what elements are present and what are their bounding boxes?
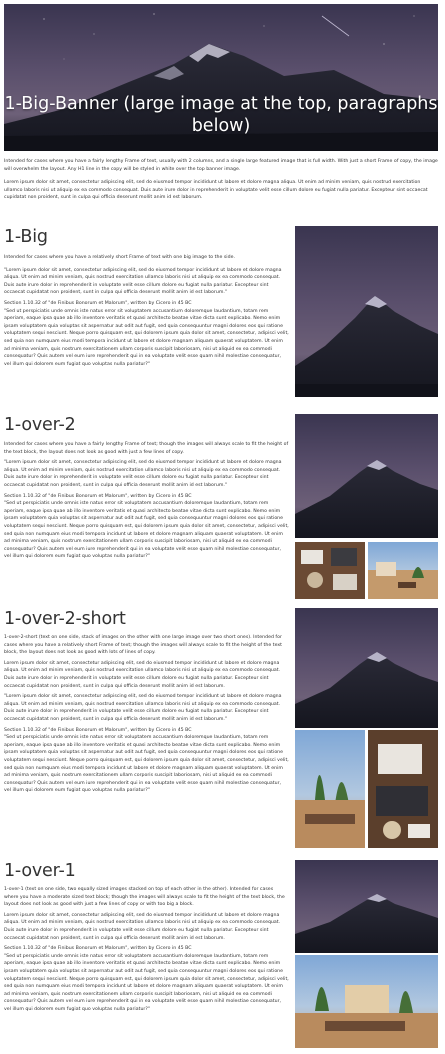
- mountain-photo: [295, 860, 438, 953]
- resort-photo: [295, 955, 438, 1048]
- section-heading: 1-Big: [4, 227, 48, 247]
- section-text-column: 1-Big Intended for cases where you have …: [4, 226, 289, 368]
- mountain-photo: [295, 414, 438, 538]
- sed-ut-quote: "Sed ut perspiciatis unde omnis iste nat…: [4, 501, 289, 560]
- desk-photo: [368, 730, 438, 848]
- sed-ut-quote: "Sed ut perspiciatis unde omnis iste nat…: [4, 308, 289, 367]
- citation: Section 1.10.32 of "de Finibus Bonorum e…: [4, 300, 192, 306]
- citation: Section 1.10.32 of "de Finibus Bonorum e…: [4, 727, 192, 733]
- section-text-column: 1-over-2 Intended for cases where you ha…: [4, 414, 289, 561]
- section-text-column: 1-over-1 1-over-1 (text on one side, two…: [4, 860, 289, 1014]
- sed-ut-quote: "Sed ut perspiciatis unde omnis iste nat…: [4, 953, 289, 1012]
- desk-photo: [295, 542, 365, 599]
- mountain-image: [295, 860, 438, 953]
- citation: Section 1.10.32 of "de Finibus Bonorum e…: [4, 493, 192, 499]
- citation: Section 1.10.32 of "de Finibus Bonorum e…: [4, 946, 192, 952]
- section-1-over-2-short: 1-over-2-short 1-over-2-short (text on o…: [4, 608, 438, 848]
- resort-image: [295, 730, 365, 848]
- desk-image: [295, 542, 365, 599]
- banner-title: 1-Big-Banner (large image at the top, pa…: [4, 94, 438, 136]
- resort-photo: [368, 542, 438, 599]
- resort-image: [368, 542, 438, 599]
- lorem-paragraph: Lorem ipsum dolor sit amet, consectetur …: [4, 660, 281, 689]
- section-heading: 1-over-1: [4, 861, 76, 881]
- sed-ut-quote: "Sed ut perspiciatis unde omnis iste nat…: [4, 735, 289, 794]
- section-heading: 1-over-2: [4, 415, 76, 435]
- mountain-image: [295, 226, 438, 397]
- mountain-photo: [295, 608, 438, 728]
- lorem-quote: "Lorem ipsum dolor sit amet, consectetur…: [4, 460, 282, 488]
- mountain-image: [295, 608, 438, 728]
- lorem-paragraph: Lorem ipsum dolor sit amet, consectetur …: [4, 912, 281, 941]
- section-description: Intended for cases where you have a fair…: [4, 442, 289, 455]
- section-1-big: 1-Big Intended for cases where you have …: [4, 226, 438, 398]
- resort-image: [295, 955, 438, 1048]
- intro-paragraph-2: Lorem ipsum dolor sit amet, consectetur …: [4, 180, 428, 201]
- section-1-over-1: 1-over-1 1-over-1 (text on one side, two…: [4, 860, 438, 1048]
- desk-image: [368, 730, 438, 848]
- resort-photo: [295, 730, 365, 848]
- section-text-column: 1-over-2-short 1-over-2-short (text on o…: [4, 608, 289, 795]
- mountain-photo: [295, 226, 438, 397]
- lorem-quote: "Lorem ipsum dolor sit amet, consectetur…: [4, 694, 282, 722]
- intro-paragraph-1: Intended for cases where you have a fair…: [4, 159, 438, 172]
- section-heading: 1-over-2-short: [4, 609, 126, 629]
- section-1-over-2: 1-over-2 Intended for cases where you ha…: [4, 414, 438, 599]
- mountain-image: [295, 414, 438, 538]
- top-banner: 1-Big-Banner (large image at the top, pa…: [4, 4, 438, 151]
- section-description: 1-over-1 (text on one side, two equally …: [4, 887, 285, 908]
- lorem-quote: "Lorem ipsum dolor sit amet, consectetur…: [4, 267, 282, 296]
- section-description: Intended for cases where you have a rela…: [4, 255, 235, 260]
- section-description: 1-over-2-short (text on one side, stack …: [4, 635, 282, 656]
